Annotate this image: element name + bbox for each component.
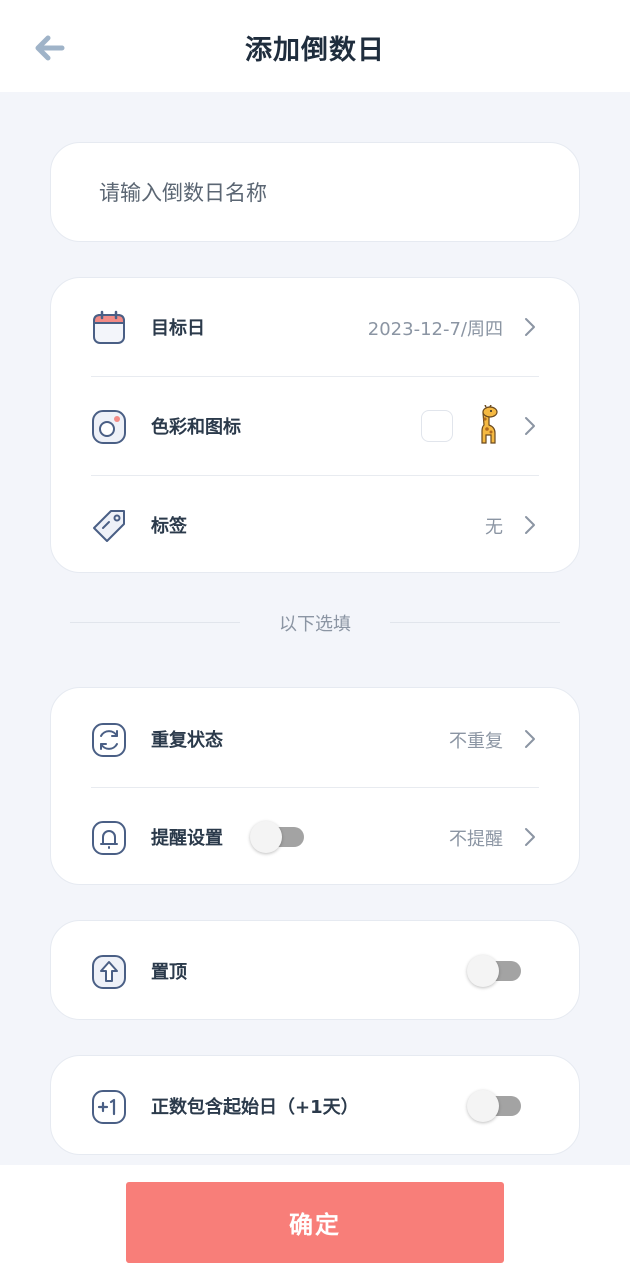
pin-toggle[interactable] [467, 955, 521, 987]
tag-row[interactable]: 标签 无 [51, 476, 581, 574]
pin-row: 置顶 [51, 922, 581, 1020]
caption-line-right [390, 622, 560, 623]
repeat-value: 不重复 [449, 731, 503, 752]
target-date-value: 2023-12-7/周四 [367, 319, 503, 340]
countdown-name-input[interactable] [99, 173, 539, 213]
optional-section-caption: 以下选填 [279, 614, 351, 635]
chevron-right-icon [525, 730, 535, 748]
repeat-reminder-card: 重复状态 不重复 提醒设置 不提醒 [50, 687, 580, 885]
include-start-card: 正数包含起始日（+1天） [50, 1055, 580, 1155]
tag-label: 标签 [151, 516, 187, 537]
calendar-icon [93, 310, 125, 344]
color-icon-label: 色彩和图标 [151, 417, 241, 438]
chevron-right-icon [525, 417, 535, 435]
toggle-knob [467, 955, 499, 987]
main-settings-card: 目标日 2023-12-7/周四 色彩和图标 标签 无 [50, 277, 580, 573]
page-title: 添加倒数日 [245, 35, 385, 66]
repeat-row[interactable]: 重复状态 不重复 [51, 690, 581, 788]
plus-one-icon [92, 1090, 126, 1124]
bottom-bar: 确定 [0, 1165, 630, 1280]
toggle-knob [467, 1090, 499, 1122]
reminder-value: 不提醒 [449, 829, 503, 850]
name-card [50, 142, 580, 242]
pin-label: 置顶 [151, 962, 187, 983]
chevron-right-icon [525, 828, 535, 846]
include-start-row: 正数包含起始日（+1天） [51, 1057, 581, 1155]
pin-card: 置顶 [50, 920, 580, 1020]
chevron-right-icon [525, 516, 535, 534]
pin-top-icon [92, 955, 126, 989]
target-date-label: 目标日 [151, 318, 205, 339]
reminder-toggle[interactable] [250, 821, 304, 853]
palette-icon [92, 410, 126, 444]
target-date-row[interactable]: 目标日 2023-12-7/周四 [51, 278, 581, 376]
bell-icon [92, 821, 126, 855]
repeat-icon [92, 723, 126, 757]
giraffe-icon [481, 405, 498, 444]
reminder-label: 提醒设置 [151, 828, 223, 849]
repeat-label: 重复状态 [151, 730, 223, 751]
toggle-knob [250, 821, 282, 853]
include-start-toggle[interactable] [467, 1090, 521, 1122]
chevron-right-icon [525, 318, 535, 336]
color-icon-row[interactable]: 色彩和图标 [51, 377, 581, 475]
top-bar: 添加倒数日 [0, 0, 630, 92]
include-start-label: 正数包含起始日（+1天） [151, 1097, 359, 1118]
tag-icon [93, 510, 125, 542]
confirm-button[interactable]: 确定 [126, 1182, 504, 1263]
reminder-row[interactable]: 提醒设置 不提醒 [51, 788, 581, 886]
color-swatch [421, 410, 453, 442]
tag-value: 无 [485, 517, 503, 538]
